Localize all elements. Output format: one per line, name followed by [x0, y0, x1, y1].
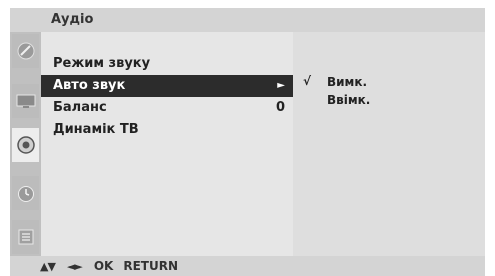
- submenu-arrow-icon: ►: [277, 80, 285, 91]
- osd-menu: Аудіо Режим звуку Авто звук ► Баланс 0 Д…: [0, 0, 495, 276]
- category-icon-column: [10, 32, 41, 256]
- return-hint: RETURN: [123, 259, 178, 273]
- submenu-option-label: Вимк.: [327, 75, 368, 89]
- ok-hint: OK: [93, 259, 114, 273]
- menu-item-auto-volume[interactable]: Авто звук ►: [41, 75, 293, 97]
- title-bar: Аудіо: [10, 8, 485, 32]
- clock-icon: [17, 186, 34, 202]
- menu-item-label: Режим звуку: [53, 56, 151, 71]
- page-title: Аудіо: [51, 12, 94, 27]
- menu-item-sound-mode[interactable]: Режим звуку: [41, 53, 293, 75]
- up-down-arrows-icon: ▲▼: [40, 259, 56, 273]
- category-channel[interactable]: [12, 34, 39, 68]
- menu-item-balance[interactable]: Баланс 0: [41, 97, 293, 119]
- check-icon: √: [303, 74, 312, 88]
- submenu-option-label: Ввімк.: [327, 93, 371, 107]
- submenu-option-on[interactable]: Ввімк.: [303, 92, 473, 110]
- picture-icon: [16, 94, 35, 108]
- nav-hints: ▲▼ ◄► OK RETURN: [40, 259, 178, 273]
- submenu-panel: √ Вимк. Ввімк.: [293, 32, 485, 256]
- nav-hint-bar: ▲▼ ◄► OK RETURN: [10, 256, 485, 276]
- left-right-arrows-icon: ◄►: [66, 259, 83, 273]
- category-option[interactable]: [12, 220, 39, 254]
- category-picture[interactable]: [12, 84, 39, 118]
- menu-list: Режим звуку Авто звук ► Баланс 0 Динамік…: [41, 32, 293, 256]
- submenu-option-off[interactable]: √ Вимк.: [303, 74, 473, 92]
- menu-item-label: Авто звук: [53, 78, 126, 93]
- menu-item-label: Баланс: [53, 100, 107, 115]
- category-time[interactable]: [12, 176, 39, 210]
- category-audio[interactable]: [12, 128, 39, 162]
- option-icon: [18, 229, 33, 245]
- speaker-icon: [16, 136, 35, 154]
- satellite-dish-icon: [17, 42, 34, 60]
- menu-item-tv-speaker[interactable]: Динамік ТВ: [41, 119, 293, 141]
- balance-value: 0: [275, 100, 285, 115]
- menu-item-label: Динамік ТВ: [53, 122, 139, 137]
